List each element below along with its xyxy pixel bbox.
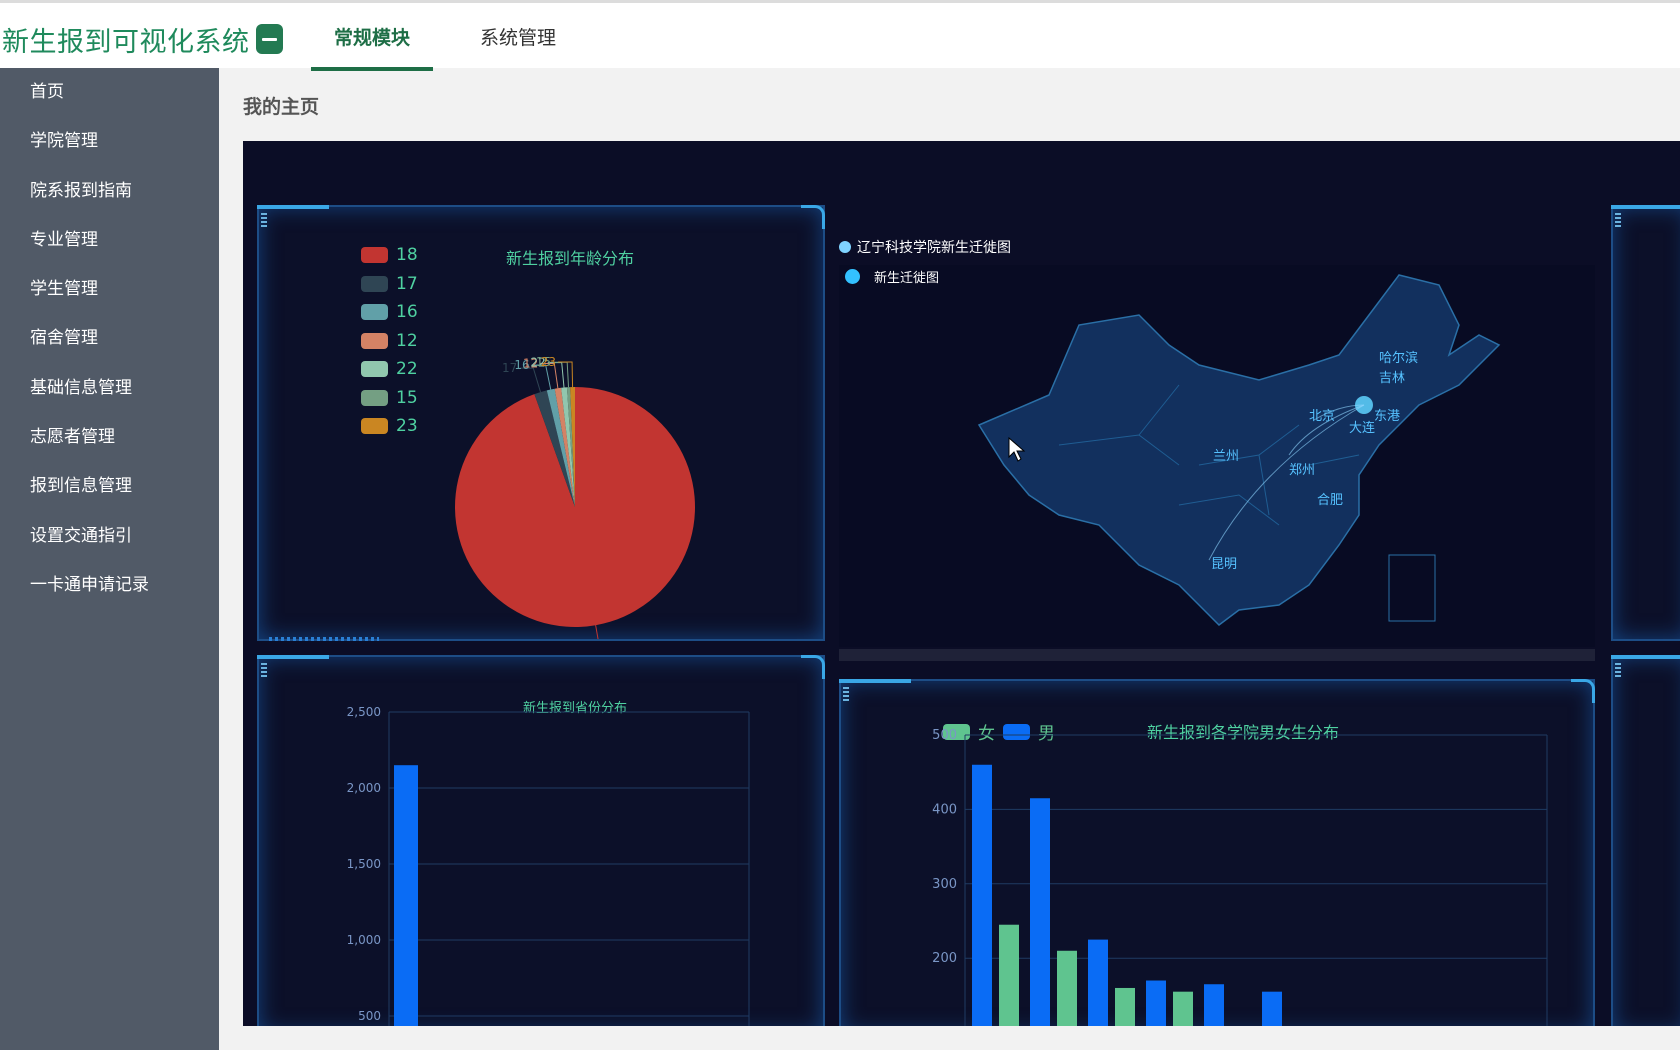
province-bar-panel: 新生报到省份分布 2,500 2,000 1,500 1,000 500 xyxy=(257,655,825,1026)
city-label: 昆明 xyxy=(1211,557,1238,572)
top-nav: 常规模块 系统管理 xyxy=(311,6,603,71)
hamburger-menu-icon[interactable] xyxy=(255,24,283,54)
gender-bar-chart: 500 400 300 200 xyxy=(932,728,1548,1026)
sidebar: 首页 学院管理 院系报到指南 专业管理 学生管理 宿舍管理 基础信息管理 志愿者… xyxy=(0,68,219,1050)
sidebar-item-basic-info[interactable]: 基础信息管理 xyxy=(0,364,219,413)
right-panel-bottom xyxy=(1611,655,1680,1026)
age-pie-panel: 新生报到年龄分布 18171612221523 18171612221523 xyxy=(257,205,825,641)
bar-male[interactable] xyxy=(1088,939,1108,1026)
sidebar-item-student[interactable]: 学生管理 xyxy=(0,265,219,314)
y-tick-label: 400 xyxy=(932,802,957,817)
tab-regular-modules[interactable]: 常规模块 xyxy=(311,6,434,71)
sidebar-item-home[interactable]: 首页 xyxy=(0,68,219,117)
sidebar-item-report-info[interactable]: 报到信息管理 xyxy=(0,462,219,511)
sidebar-item-major[interactable]: 专业管理 xyxy=(0,216,219,265)
city-label: 哈尔滨 xyxy=(1379,351,1419,366)
top-header: 新生报到可视化系统 常规模块 系统管理 xyxy=(0,0,1680,71)
dashboard: 新生报到年龄分布 18171612221523 18171612221523 辽… xyxy=(243,141,1680,1026)
bar-male[interactable] xyxy=(1262,991,1282,1026)
legend-dot-icon xyxy=(845,269,860,284)
map-legend[interactable]: 新生迁徙图 xyxy=(845,267,939,286)
city-label: 兰州 xyxy=(1213,449,1240,464)
map-legend-label: 新生迁徙图 xyxy=(874,271,940,286)
province-bar-chart: 2,500 2,000 1,500 1,000 500 xyxy=(347,705,750,1026)
sidebar-item-dorm[interactable]: 宿舍管理 xyxy=(0,314,219,363)
south-sea-inset xyxy=(1388,554,1436,622)
city-label: 郑州 xyxy=(1289,463,1316,478)
map-title: 辽宁科技学院新生迁徙图 xyxy=(839,237,1011,257)
age-pie-chart: 18171612221523 xyxy=(455,355,695,639)
migration-map-area: 新生迁徙图 哈尔滨 吉林 北京 东港 大连 兰州 郑州 合肥 昆明 xyxy=(839,265,1595,647)
panel-tick-decoration xyxy=(1615,213,1621,229)
bar[interactable] xyxy=(394,765,418,1026)
bar-male[interactable] xyxy=(972,764,992,1026)
y-tick-label: 500 xyxy=(932,728,957,743)
city-label: 合肥 xyxy=(1317,493,1344,508)
gender-bar-panel: 新生报到各学院男女生分布 女 男 500 400 300 200 xyxy=(839,679,1595,1026)
sidebar-item-college[interactable]: 学院管理 xyxy=(0,117,219,166)
panel-corner-decoration xyxy=(1611,205,1680,209)
pie-label-line xyxy=(595,625,599,639)
bar-male[interactable] xyxy=(1146,980,1166,1026)
bar-male[interactable] xyxy=(1030,798,1050,1026)
map-scrollbar[interactable] xyxy=(839,649,1595,661)
map-title-text: 辽宁科技学院新生迁徙图 xyxy=(857,240,1011,256)
tab-system-management[interactable]: 系统管理 xyxy=(457,6,579,71)
page-title: 我的主页 xyxy=(243,96,320,118)
mouse-cursor-icon xyxy=(1008,437,1026,462)
y-tick-label: 2,000 xyxy=(347,781,381,795)
sidebar-item-volunteer[interactable]: 志愿者管理 xyxy=(0,413,219,462)
city-label: 吉林 xyxy=(1379,371,1406,386)
sidebar-item-dept-guide[interactable]: 院系报到指南 xyxy=(0,167,219,216)
y-tick-label: 200 xyxy=(932,951,957,966)
y-tick-label: 1,000 xyxy=(347,933,381,947)
y-tick-label: 1,500 xyxy=(347,857,381,871)
pie-label-line xyxy=(558,361,574,388)
bar-female[interactable] xyxy=(1173,991,1193,1026)
sidebar-item-card-records[interactable]: 一卡通申请记录 xyxy=(0,561,219,610)
city-label: 东港 xyxy=(1374,409,1401,424)
brand: 新生报到可视化系统 xyxy=(2,19,283,59)
y-tick-label: 2,500 xyxy=(347,705,381,719)
y-tick-label: 500 xyxy=(358,1009,381,1023)
panel-corner-decoration xyxy=(1611,655,1680,659)
city-label: 大连 xyxy=(1349,421,1376,436)
map-title-icon xyxy=(839,241,851,253)
bar-female[interactable] xyxy=(1057,950,1077,1026)
y-tick-label: 300 xyxy=(932,877,957,892)
bar-female[interactable] xyxy=(999,924,1019,1026)
sidebar-item-traffic-guide[interactable]: 设置交通指引 xyxy=(0,512,219,561)
city-label: 北京 xyxy=(1309,409,1336,424)
right-panel-top xyxy=(1611,205,1680,641)
app-title: 新生报到可视化系统 xyxy=(2,26,250,58)
panel-tick-decoration xyxy=(1615,663,1621,679)
pie-slice-label: 23 xyxy=(541,355,556,369)
bar-female[interactable] xyxy=(1115,987,1135,1026)
bar-male[interactable] xyxy=(1204,984,1224,1026)
